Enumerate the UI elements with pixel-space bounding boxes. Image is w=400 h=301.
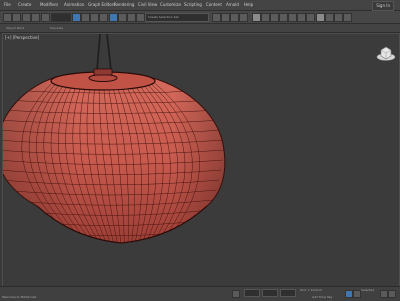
perspective-viewport[interactable]: [+] [Perspective] xyxy=(2,33,400,287)
scale-icon[interactable] xyxy=(127,13,136,22)
rotate-icon[interactable] xyxy=(118,13,127,22)
selection-set-field[interactable]: Create Selection Set xyxy=(145,13,209,22)
placement-icon[interactable] xyxy=(136,13,145,22)
set-key-button[interactable] xyxy=(353,290,361,298)
zoom-extents-icon[interactable] xyxy=(380,290,388,298)
key-filter-selected[interactable]: Selected xyxy=(361,288,374,292)
add-time-tag-button[interactable]: Add Time Tag xyxy=(312,295,332,299)
redo-icon[interactable] xyxy=(12,13,21,22)
move-icon[interactable] xyxy=(109,13,118,22)
main-toolbar: Create Selection Set xyxy=(0,11,400,24)
material-editor-icon[interactable] xyxy=(306,13,315,22)
tab-populate[interactable]: Populate xyxy=(50,24,63,32)
menu-animation[interactable]: Animation xyxy=(64,0,84,10)
undo-icon[interactable] xyxy=(3,13,12,22)
select-by-name-icon[interactable] xyxy=(81,13,90,22)
align-icon[interactable] xyxy=(261,13,270,22)
status-bar: Welcome to MAXScript. Grid = 10.0cm Add … xyxy=(0,286,400,301)
menu-scripting[interactable]: Scripting xyxy=(184,0,202,10)
x-coordinate-field[interactable] xyxy=(244,289,260,297)
render-in-cloud-icon[interactable] xyxy=(343,13,352,22)
layer-explorer-icon[interactable] xyxy=(270,13,279,22)
percent-snap-icon[interactable] xyxy=(230,13,239,22)
menu-rendering[interactable]: Rendering xyxy=(114,0,134,10)
render-setup-icon[interactable] xyxy=(316,13,325,22)
tab-object-paint[interactable]: Object Paint xyxy=(6,24,24,32)
menu-help[interactable]: Help xyxy=(244,0,253,10)
viewport-canvas xyxy=(3,34,233,254)
schematic-view-icon[interactable] xyxy=(297,13,306,22)
sign-in-button[interactable]: Sign In xyxy=(372,1,394,11)
viewcube-home-icon[interactable] xyxy=(376,44,396,62)
z-coordinate-field[interactable] xyxy=(280,289,296,297)
menu-bar: File Create Modifiers Animation Graph Ed… xyxy=(0,0,400,11)
selection-filter-dropdown[interactable] xyxy=(51,13,71,22)
unlink-icon[interactable] xyxy=(31,13,40,22)
bind-space-warp-icon[interactable] xyxy=(41,13,50,22)
mirror-icon[interactable] xyxy=(252,13,261,22)
menu-graph-editors[interactable]: Graph Editors xyxy=(88,0,115,10)
window-crossing-icon[interactable] xyxy=(99,13,108,22)
ribbon-subbar: Object Paint Populate xyxy=(0,24,400,33)
menu-content[interactable]: Content xyxy=(206,0,222,10)
auto-key-button[interactable] xyxy=(345,290,353,298)
snaps-toggle-icon[interactable] xyxy=(212,13,221,22)
lamp-top-collar xyxy=(88,74,118,82)
rectangular-selection-icon[interactable] xyxy=(90,13,99,22)
lamp-stem xyxy=(93,68,113,76)
menu-create[interactable]: Create xyxy=(18,0,31,10)
lamp-model[interactable] xyxy=(3,64,233,254)
spinner-snap-icon[interactable] xyxy=(239,13,248,22)
rendered-frame-window-icon[interactable] xyxy=(325,13,334,22)
menu-file[interactable]: File xyxy=(4,0,11,10)
maxscript-listener-text[interactable]: Welcome to MAXScript. xyxy=(2,295,37,299)
y-coordinate-field[interactable] xyxy=(262,289,278,297)
menu-arnold[interactable]: Arnold xyxy=(226,0,239,10)
grid-size-text: Grid = 10.0cm xyxy=(300,288,322,292)
toggle-ribbon-icon[interactable] xyxy=(279,13,288,22)
hanger-rod-right xyxy=(106,34,112,71)
curve-editor-icon[interactable] xyxy=(288,13,297,22)
angle-snap-icon[interactable] xyxy=(221,13,230,22)
menu-civil-view[interactable]: Civil View xyxy=(138,0,157,10)
lock-selection-icon[interactable] xyxy=(232,290,240,298)
menu-modifiers[interactable]: Modifiers xyxy=(40,0,58,10)
hanger-rod-left xyxy=(96,34,101,71)
select-object-icon[interactable] xyxy=(72,13,81,22)
link-icon[interactable] xyxy=(22,13,31,22)
maximize-viewport-icon[interactable] xyxy=(388,290,396,298)
menu-customize[interactable]: Customize xyxy=(160,0,181,10)
render-production-icon[interactable] xyxy=(334,13,343,22)
